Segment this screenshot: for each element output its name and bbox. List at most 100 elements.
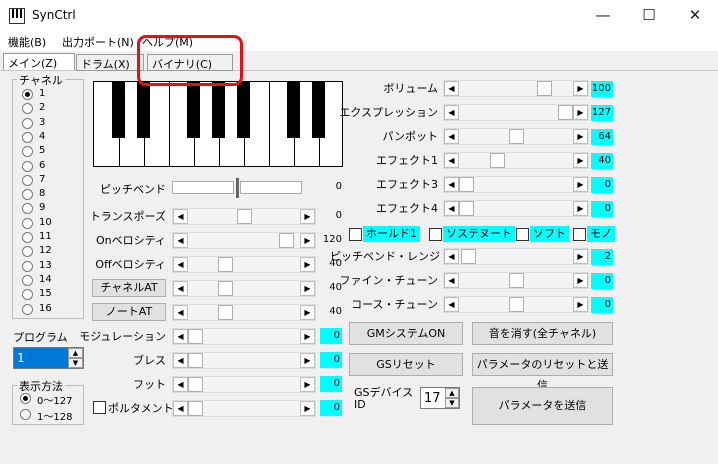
channel-radio-4[interactable] <box>22 131 33 143</box>
left-param-slider-2[interactable]: ◀ ▶ <box>172 256 316 273</box>
left-param-slider-4-left-arrow-icon[interactable]: ◀ <box>173 305 188 320</box>
program-down-arrow-icon[interactable]: ▼ <box>68 358 83 368</box>
piano-black-key[interactable] <box>137 82 150 138</box>
piano-black-key[interactable] <box>112 82 125 138</box>
left-param-slider-4[interactable]: ◀ ▶ <box>172 304 316 321</box>
left-param-slider-2-left-arrow-icon[interactable]: ◀ <box>173 257 188 272</box>
right-param-slider-right_sliders-4-left-arrow-icon[interactable]: ◀ <box>444 177 459 192</box>
left-param-slider-0[interactable]: ◀ ▶ <box>172 208 316 225</box>
left-param-slider-5-right-arrow-icon[interactable]: ▶ <box>300 329 315 344</box>
left-param-slider-6[interactable]: ◀ ▶ <box>172 352 316 369</box>
right-param-slider-right_sliders2-2-right-arrow-icon[interactable]: ▶ <box>573 297 588 312</box>
program-up-arrow-icon[interactable]: ▲ <box>68 348 83 358</box>
right-param-slider-right_sliders2-0-left-arrow-icon[interactable]: ◀ <box>444 249 459 264</box>
channel-radio-14[interactable] <box>22 274 33 286</box>
right-param-slider-right_sliders2-0-right-arrow-icon[interactable]: ▶ <box>573 249 588 264</box>
left-param-slider-4-thumb[interactable] <box>218 305 233 320</box>
left-param-slider-8-left-arrow-icon[interactable]: ◀ <box>173 401 188 416</box>
display-option-0-127[interactable] <box>20 393 31 404</box>
piano-keyboard[interactable] <box>93 81 343 167</box>
left-param-slider-7-thumb[interactable] <box>188 377 203 392</box>
right-param-slider-right_sliders-2[interactable]: ◀ ▶ <box>443 128 589 145</box>
channel-radio-16[interactable] <box>22 303 33 315</box>
right-param-slider-right_sliders2-1-thumb[interactable] <box>509 273 524 288</box>
display-option-1-128[interactable] <box>20 409 31 420</box>
left-param-slider-2-right-arrow-icon[interactable]: ▶ <box>300 257 315 272</box>
send-params-button[interactable]: パラメータを送信 <box>472 387 613 425</box>
right-param-slider-right_sliders-2-left-arrow-icon[interactable]: ◀ <box>444 129 459 144</box>
tab-drum[interactable]: ドラム(X) <box>76 54 144 71</box>
right-param-slider-right_sliders-3-left-arrow-icon[interactable]: ◀ <box>444 153 459 168</box>
right-param-slider-right_sliders2-1[interactable]: ◀ ▶ <box>443 272 589 289</box>
channel-radio-10[interactable] <box>22 217 33 229</box>
pitchbend-slider-right[interactable] <box>240 181 302 194</box>
left-param-slider-1[interactable]: ◀ ▶ <box>172 232 316 249</box>
right-param-slider-right_sliders-4[interactable]: ◀ ▶ <box>443 176 589 193</box>
right-param-slider-right_sliders-1-left-arrow-icon[interactable]: ◀ <box>444 105 459 120</box>
left-param-slider-7-left-arrow-icon[interactable]: ◀ <box>173 377 188 392</box>
left-param-slider-0-right-arrow-icon[interactable]: ▶ <box>300 209 315 224</box>
left-param-slider-6-thumb[interactable] <box>188 353 203 368</box>
right-param-slider-right_sliders-4-thumb[interactable] <box>459 177 474 192</box>
piano-black-key[interactable] <box>287 82 300 138</box>
gs-device-id-spinbox[interactable]: 17 ▲ ▼ <box>420 387 460 409</box>
channel-radio-7[interactable] <box>22 174 33 186</box>
left-param-slider-1-left-arrow-icon[interactable]: ◀ <box>173 233 188 248</box>
minimize-button[interactable]: — <box>580 0 626 32</box>
left-param-slider-5[interactable]: ◀ ▶ <box>172 328 316 345</box>
piano-black-key[interactable] <box>237 82 250 138</box>
left-param-slider-7-right-arrow-icon[interactable]: ▶ <box>300 377 315 392</box>
toggle-checkbox-1[interactable] <box>429 228 442 241</box>
left-param-slider-4-right-arrow-icon[interactable]: ▶ <box>300 305 315 320</box>
left-param-slider-2-thumb[interactable] <box>218 257 233 272</box>
right-param-slider-right_sliders-3-thumb[interactable] <box>490 153 505 168</box>
piano-black-key[interactable] <box>212 82 225 138</box>
right-param-slider-right_sliders2-2[interactable]: ◀ ▶ <box>443 296 589 313</box>
channel-radio-3[interactable] <box>22 117 33 129</box>
right-param-slider-right_sliders-4-right-arrow-icon[interactable]: ▶ <box>573 177 588 192</box>
right-param-slider-right_sliders2-0[interactable]: ◀ ▶ <box>443 248 589 265</box>
right-param-slider-right_sliders-5[interactable]: ◀ ▶ <box>443 200 589 217</box>
pitchbend-slider-left[interactable] <box>172 181 234 194</box>
right-param-slider-right_sliders-1-right-arrow-icon[interactable]: ▶ <box>573 105 588 120</box>
right-param-slider-right_sliders2-1-right-arrow-icon[interactable]: ▶ <box>573 273 588 288</box>
menu-function[interactable]: 機能(B) <box>8 34 46 50</box>
tab-main[interactable]: メイン(Z) <box>3 53 75 70</box>
left-param-slider-7[interactable]: ◀ ▶ <box>172 376 316 393</box>
left-param-button-4[interactable]: ノートAT <box>92 303 166 321</box>
right-param-slider-right_sliders2-2-thumb[interactable] <box>509 297 524 312</box>
right-param-slider-right_sliders-0-right-arrow-icon[interactable]: ▶ <box>573 81 588 96</box>
left-param-slider-3[interactable]: ◀ ▶ <box>172 280 316 297</box>
menu-output-port[interactable]: 出力ポート(N) <box>62 34 134 50</box>
left-param-slider-0-left-arrow-icon[interactable]: ◀ <box>173 209 188 224</box>
left-param-slider-0-thumb[interactable] <box>237 209 252 224</box>
right-param-slider-right_sliders2-1-left-arrow-icon[interactable]: ◀ <box>444 273 459 288</box>
right-param-slider-right_sliders-5-right-arrow-icon[interactable]: ▶ <box>573 201 588 216</box>
right-param-slider-right_sliders-5-left-arrow-icon[interactable]: ◀ <box>444 201 459 216</box>
left-param-slider-3-right-arrow-icon[interactable]: ▶ <box>300 281 315 296</box>
toggle-checkbox-2[interactable] <box>516 228 529 241</box>
left-param-slider-5-left-arrow-icon[interactable]: ◀ <box>173 329 188 344</box>
left-param-slider-8[interactable]: ◀ ▶ <box>172 400 316 417</box>
left-param-slider-8-right-arrow-icon[interactable]: ▶ <box>300 401 315 416</box>
program-spinbox[interactable]: 1 ▲ ▼ <box>13 347 84 369</box>
right-param-slider-right_sliders-0[interactable]: ◀ ▶ <box>443 80 589 97</box>
right-param-slider-right_sliders-3[interactable]: ◀ ▶ <box>443 152 589 169</box>
reset-and-send-params-button[interactable]: パラメータのリセットと送信 <box>472 353 613 392</box>
gs-device-up-arrow-icon[interactable]: ▲ <box>445 388 459 398</box>
right-param-slider-right_sliders2-2-left-arrow-icon[interactable]: ◀ <box>444 297 459 312</box>
right-param-slider-right_sliders2-0-thumb[interactable] <box>461 249 476 264</box>
toggle-checkbox-0[interactable] <box>349 228 362 241</box>
close-button[interactable]: ✕ <box>672 0 718 32</box>
right-param-slider-right_sliders-2-thumb[interactable] <box>509 129 524 144</box>
piano-black-key[interactable] <box>312 82 325 138</box>
gs-reset-button[interactable]: GSリセット <box>349 353 463 376</box>
channel-radio-13[interactable] <box>22 260 33 272</box>
right-param-slider-right_sliders-5-thumb[interactable] <box>459 201 474 216</box>
right-param-slider-right_sliders-0-left-arrow-icon[interactable]: ◀ <box>444 81 459 96</box>
mute-all-channels-button[interactable]: 音を消す(全チャネル) <box>472 322 613 345</box>
portamento-checkbox[interactable] <box>93 401 106 414</box>
left-param-slider-1-right-arrow-icon[interactable]: ▶ <box>300 233 315 248</box>
left-param-slider-3-left-arrow-icon[interactable]: ◀ <box>173 281 188 296</box>
right-param-slider-right_sliders-2-right-arrow-icon[interactable]: ▶ <box>573 129 588 144</box>
